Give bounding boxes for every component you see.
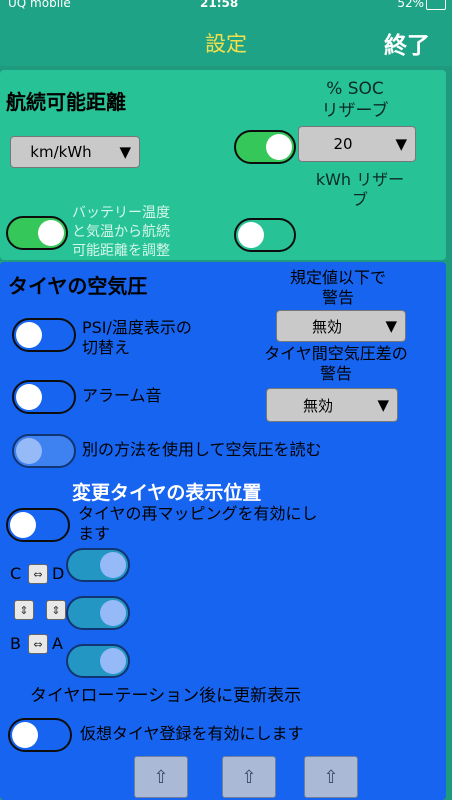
soc-reserve-toggle[interactable] <box>234 130 296 164</box>
unit-select[interactable]: km/kWh ▼ <box>10 136 140 168</box>
tire-a-label: A <box>52 634 63 653</box>
swap-cd-button[interactable]: ⇔ <box>28 564 48 584</box>
up-arrow-icon: ⇧ <box>153 766 169 788</box>
alt-method-label: 別の方法を使用して空気圧を読む <box>82 440 322 459</box>
clock: 21:58 <box>200 0 239 10</box>
swap-vertical-icon: ⇕ <box>51 603 61 617</box>
toggle-knob <box>16 384 42 410</box>
toggle-knob <box>100 552 126 578</box>
swap-ba-button[interactable]: ⇔ <box>28 634 48 654</box>
unit-select-value: km/kWh <box>30 143 92 161</box>
range-heading: 航続可能距離 <box>6 90 126 114</box>
chevron-down-icon: ▼ <box>119 143 131 161</box>
soc-reserve-select[interactable]: 20 ▼ <box>298 126 416 162</box>
warn-below-label: 規定値以下で 警告 <box>289 268 386 307</box>
range-adjust-label: バッテリー温度 と気温から航続 可能距離を調整 <box>72 205 170 259</box>
battery-icon <box>426 0 446 10</box>
tire-d-label: D <box>52 564 65 583</box>
nav-bar: 設定 終了 <box>0 14 452 66</box>
toggle-knob <box>12 722 38 748</box>
position-toggle-3[interactable] <box>66 644 130 678</box>
up-arrow-icon: ⇧ <box>323 766 339 788</box>
soc-reserve-value: 20 <box>333 135 353 153</box>
swap-cb-button[interactable]: ⇕ <box>14 600 34 620</box>
toggle-knob <box>238 222 264 248</box>
tire-b-label: B <box>10 634 21 653</box>
carrier-label: UQ mobile <box>8 0 71 10</box>
range-section: 航続可能距離 % SOC リザーブ km/kWh ▼ 20 ▼ kWh リザー … <box>0 70 446 260</box>
alarm-label: アラーム音 <box>82 386 162 405</box>
alarm-toggle[interactable] <box>12 380 76 414</box>
toggle-knob <box>16 438 42 464</box>
chevron-down-icon: ▼ <box>385 317 397 335</box>
upload-button-1[interactable]: ⇧ <box>134 756 188 798</box>
toggle-knob <box>16 322 42 348</box>
tire-heading: タイヤの空気圧 <box>8 274 148 298</box>
position-toggle-1[interactable] <box>66 548 130 582</box>
swap-arrow-icon: ⇔ <box>33 567 43 581</box>
swap-vertical-icon: ⇕ <box>19 603 29 617</box>
tire-c-label: C <box>10 564 22 583</box>
pressure-diff-label: タイヤ間空気圧差の 警告 <box>264 344 408 383</box>
up-arrow-icon: ⇧ <box>241 766 257 788</box>
upload-button-3[interactable]: ⇧ <box>304 756 358 798</box>
swap-arrow-icon: ⇔ <box>33 637 43 651</box>
range-adjust-toggle[interactable] <box>6 216 68 250</box>
soc-reserve-label: % SOC リザーブ <box>321 79 389 121</box>
psi-temp-toggle[interactable] <box>12 318 76 352</box>
remap-toggle[interactable] <box>6 508 70 542</box>
remap-label: タイヤの再マッピングを有効にし ます <box>78 504 318 543</box>
position-heading: 変更タイヤの表示位置 <box>72 482 262 504</box>
status-bar: UQ mobile 21:58 52% <box>0 0 452 14</box>
virtual-tire-label: 仮想タイヤ登録を有効にします <box>80 724 304 743</box>
position-toggle-2[interactable] <box>66 596 130 630</box>
range-adjust-toggle-2[interactable] <box>234 218 296 252</box>
virtual-tire-toggle[interactable] <box>8 718 72 752</box>
alt-method-toggle[interactable] <box>12 434 76 468</box>
done-button[interactable]: 終了 <box>384 26 430 60</box>
toggle-knob <box>38 220 64 246</box>
toggle-knob <box>100 648 126 674</box>
toggle-knob <box>10 512 36 538</box>
upload-button-2[interactable]: ⇧ <box>222 756 276 798</box>
pressure-diff-value: 無効 <box>302 396 333 415</box>
tire-pressure-section: タイヤの空気圧 規定値以下で 警告 PSI/温度表示の 切替え 無効 ▼ タイヤ… <box>0 262 446 800</box>
battery-percent: 52% <box>397 0 424 10</box>
kwh-reserve-label: kWh リザー ブ <box>315 170 405 209</box>
rotation-label: タイヤローテーション後に更新表示 <box>30 686 302 706</box>
chevron-down-icon: ▼ <box>395 135 407 153</box>
chevron-down-icon: ▼ <box>377 396 389 414</box>
toggle-knob <box>266 134 292 160</box>
warn-below-value: 無効 <box>311 317 342 336</box>
pressure-diff-select[interactable]: 無効 ▼ <box>266 388 398 422</box>
warn-below-select[interactable]: 無効 ▼ <box>276 310 406 342</box>
toggle-knob <box>100 600 126 626</box>
swap-da-button[interactable]: ⇕ <box>46 600 66 620</box>
psi-temp-label: PSI/温度表示の 切替え <box>82 318 192 357</box>
